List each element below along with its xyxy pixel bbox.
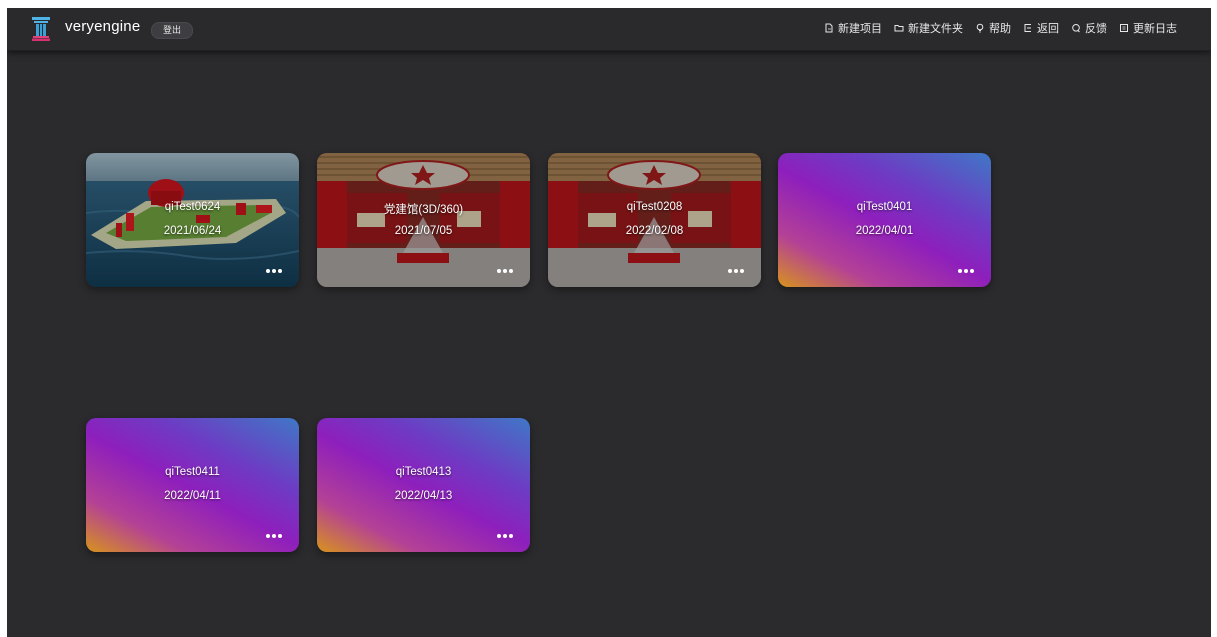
return-label: 返回 [1037,23,1059,35]
help-button[interactable]: 帮助 [975,20,1011,36]
feedback-label: 反馈 [1085,23,1107,35]
project-date: 2022/04/01 [855,225,914,237]
return-button[interactable]: 返回 [1023,20,1059,36]
brand-name: veryengine [65,18,141,35]
more-options-icon[interactable] [265,533,283,539]
more-options-icon[interactable] [265,268,283,274]
new-project-label: 新建项目 [838,23,882,35]
project-thumbnail [548,153,761,287]
feedback-button[interactable]: 反馈 [1071,20,1107,36]
project-name: qiTest0413 [395,466,452,478]
return-icon [1024,24,1031,32]
folder-icon [894,25,904,32]
more-options-icon[interactable] [957,268,975,274]
changelog-label: 更新日志 [1133,23,1177,35]
project-name: qiTest0208 [626,201,683,213]
project-name: qiTest0624 [164,201,221,213]
project-date: 2022/02/08 [625,225,684,237]
project-card-party-hall[interactable]: 党建馆(3D/360) 2021/07/05 [317,153,530,287]
veryengine-logo-icon [32,17,50,41]
project-name: qiTest0411 [165,466,220,478]
project-card-qitest0208[interactable]: qiTest0208 2022/02/08 [548,153,761,287]
project-date: 2022/04/11 [164,490,221,502]
log-icon [1120,24,1128,32]
logout-button[interactable]: 登出 [151,22,194,39]
project-date: 2022/04/13 [394,490,453,502]
project-date: 2021/06/24 [163,225,222,237]
file-icon [825,23,833,33]
bulb-icon [976,23,984,33]
project-thumbnail [317,153,530,287]
more-options-icon[interactable] [496,533,514,539]
top-nav: 新建项目 新建文件夹 帮助 返回 反馈 更新日志 [824,20,1177,36]
new-project-button[interactable]: 新建项目 [824,20,882,36]
project-name: qiTest0401 [856,201,913,213]
project-date: 2021/07/05 [394,225,453,237]
project-card-qitest0413[interactable]: qiTest0413 2022/04/13 [317,418,530,552]
top-bar: veryengine 登出 新建项目 新建文件夹 帮助 返回 反馈 更新日志 [7,8,1211,51]
chat-icon [1072,24,1080,33]
project-name: 党建馆(3D/360) [383,204,464,216]
more-options-icon[interactable] [496,268,514,274]
project-card-qitest0401[interactable]: qiTest0401 2022/04/01 [778,153,991,287]
project-card-qitest0624[interactable]: qiTest0624 2021/06/24 [86,153,299,287]
project-thumbnail [86,153,299,287]
changelog-button[interactable]: 更新日志 [1119,20,1177,36]
new-folder-button[interactable]: 新建文件夹 [894,20,963,36]
project-card-qitest0411[interactable]: qiTest0411 2022/04/11 [86,418,299,552]
app-window: veryengine 登出 新建项目 新建文件夹 帮助 返回 反馈 更新日志 q… [7,8,1211,637]
help-label: 帮助 [989,23,1011,35]
new-folder-label: 新建文件夹 [908,23,963,35]
more-options-icon[interactable] [727,268,745,274]
